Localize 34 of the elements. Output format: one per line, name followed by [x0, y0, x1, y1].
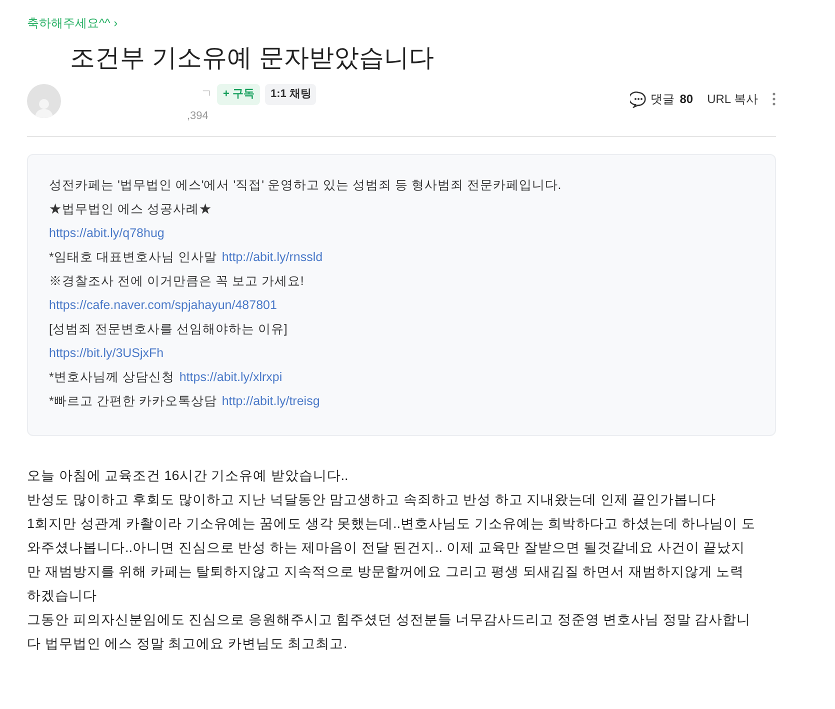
notice-link[interactable]: https://cafe.naver.com/spjahayun/487801 — [49, 293, 277, 317]
comments-link[interactable]: 댓글 80 — [650, 90, 694, 108]
post-text: 그동안 피의자신분임에도 진심으로 응원해주시고 힘주셨던 성전분들 너무감사드리고 정준영 변호사님 정말 감사합니 — [27, 611, 752, 629]
chat-button[interactable]: 1:1 채팅 — [265, 84, 316, 104]
avatar — [27, 84, 61, 118]
notice-link[interactable]: https://abit.ly/xlrxpi — [179, 365, 282, 389]
post-text: 다 법무법인 에스 정말 최고에요 카변님도 최고최고. — [27, 635, 348, 653]
author-stat: ,394 — [187, 108, 210, 124]
notice-text: *빠르고 간편한 카카오톡상담 — [49, 393, 217, 410]
post-text: 1회지만 성관계 카촬이라 기소유예는 꿈에도 생각 못했는데..변호사님도 기소유예는 희박하다고 하셨는데 하나님이 도 — [27, 515, 756, 533]
post-text: 하겠습니다 — [27, 587, 98, 605]
board-link[interactable]: 축하해주세요^^ › — [27, 14, 776, 32]
notice-text: *임태호 대표변호사님 인사말 — [49, 249, 217, 266]
notice-text: ※경찰조사 전에 이거만큼은 꼭 보고 가세요! — [49, 273, 304, 290]
notice-text: [성범죄 전문변호사를 선임해야하는 이유] — [49, 321, 288, 338]
notice-text: 성전카페는 '법무법인 에스'에서 '직접' 운영하고 있는 성범죄 등 형사범죄 전문카페입니다. — [49, 177, 562, 194]
author-name: ㄱ — [201, 87, 212, 102]
notice-link[interactable]: https://bit.ly/3USjxFh — [49, 341, 164, 365]
comments-count: 80 — [680, 91, 694, 108]
comments-label: 댓글 — [650, 91, 675, 108]
notice-link[interactable]: http://abit.ly/treisg — [222, 389, 320, 413]
subscribe-button[interactable]: + 구독 — [217, 84, 260, 104]
post-text: 반성도 많이하고 후회도 많이하고 지난 넉달동안 맘고생하고 속죄하고 반성 하고 지내왔는데 인제 끝인가봅니다 — [27, 491, 718, 509]
post-text: 만 재범방지를 위해 카페는 탈퇴하지않고 지속적으로 방문할꺼에요 그리고 평생 되새김질 하면서 재범하지않게 노력 — [27, 563, 746, 581]
post-text: 오늘 아침에 교육조건 16시간 기소유예 받았습니다.. — [27, 467, 350, 485]
notice-text: *변호사님께 상담신청 — [49, 369, 174, 386]
notice-link[interactable]: http://abit.ly/rnssld — [222, 245, 323, 269]
notice-text: ★법무법인 에스 성공사례★ — [49, 201, 212, 218]
notice-link[interactable]: https://abit.ly/q78hug — [49, 221, 164, 245]
post-text: 와주셨나봅니다..아니면 진심으로 반성 하는 제마음이 전달 된건지.. 이제 교육만 잘받으면 될것같네요 사건이 끝났지 — [27, 539, 746, 557]
post-title: 조건부 기소유예 문자받았습니다 — [70, 43, 435, 74]
comment-icon — [630, 90, 647, 108]
copy-url-button[interactable]: URL 복사 — [707, 90, 758, 108]
more-icon[interactable] — [772, 92, 776, 106]
